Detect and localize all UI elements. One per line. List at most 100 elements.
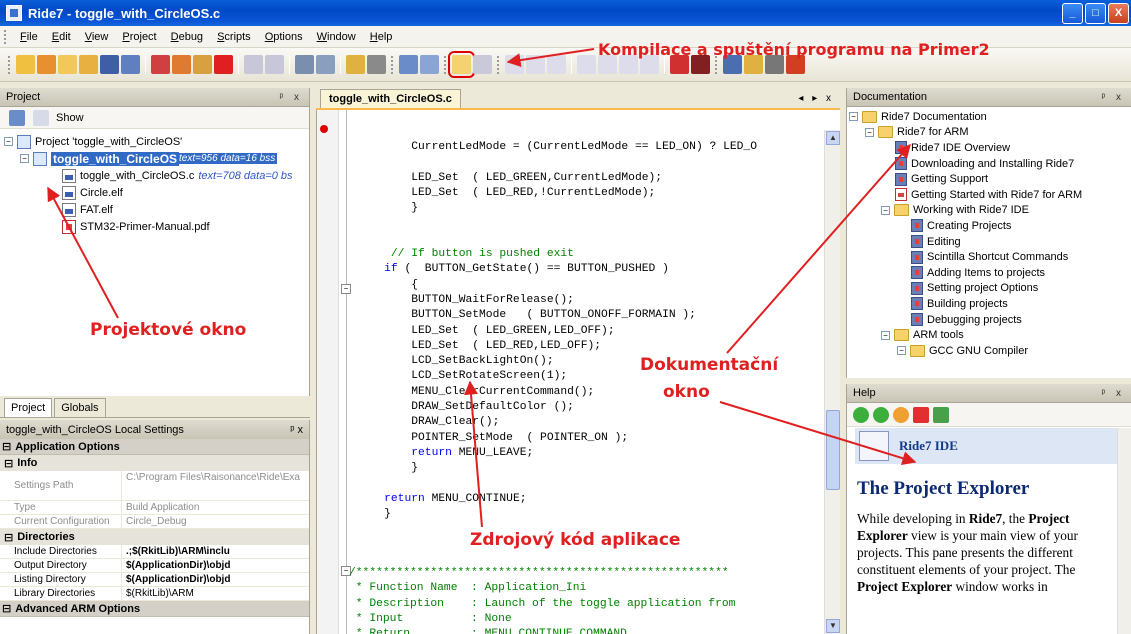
rebuild-icon[interactable]	[420, 55, 439, 74]
scroll-up-icon[interactable]: ▲	[826, 131, 840, 145]
debug-start-icon[interactable]	[448, 51, 475, 78]
stop-icon[interactable]	[913, 406, 929, 423]
doc-item[interactable]: Getting Support	[849, 171, 1131, 187]
cut-icon[interactable]	[151, 55, 170, 74]
tree-row-file[interactable]: Circle.elf	[4, 184, 309, 201]
doc-item[interactable]: − ARM tools	[849, 327, 1131, 343]
build-icon[interactable]	[399, 55, 418, 74]
editor-tab-controls[interactable]: ◂ ▸ x	[792, 93, 840, 108]
toolbar-grip[interactable]	[444, 55, 447, 74]
menu-window[interactable]: Window	[310, 29, 363, 45]
property-row[interactable]: Current Configuration Circle_Debug	[0, 515, 309, 529]
tree-row-file[interactable]: FAT.elf	[4, 201, 309, 218]
menu-debug[interactable]: Debug	[164, 29, 210, 45]
editor-scrollbar[interactable]: ▲ ▼	[824, 130, 840, 634]
menu-file[interactable]: File	[13, 29, 45, 45]
panel-pin-close[interactable]: ᵖ x	[1101, 388, 1125, 399]
editor-gutter[interactable]	[317, 110, 339, 634]
scroll-down-icon[interactable]: ▼	[826, 619, 840, 633]
doc-item[interactable]: − GCC GNU Compiler	[849, 343, 1131, 359]
property-row[interactable]: Type Build Application	[0, 501, 309, 515]
menu-scripts[interactable]: Scripts	[210, 29, 258, 45]
find-icon[interactable]	[346, 55, 365, 74]
menu-view[interactable]: View	[78, 29, 116, 45]
toolbar-grip[interactable]	[391, 55, 394, 74]
new-project-icon[interactable]	[16, 55, 35, 74]
doc-item[interactable]: Ride7 IDE Overview	[849, 140, 1131, 156]
menu-grip[interactable]	[4, 29, 7, 44]
open-file-icon[interactable]	[79, 55, 98, 74]
doc-item[interactable]: Building projects	[849, 296, 1131, 312]
menu-edit[interactable]: Edit	[45, 29, 78, 45]
panel-pin-close[interactable]: ᵖ x	[279, 92, 303, 103]
home-icon[interactable]	[893, 406, 909, 423]
help-icon[interactable]	[33, 109, 49, 126]
run-icon[interactable]	[473, 55, 492, 74]
undo-icon[interactable]	[244, 55, 263, 74]
tab-project[interactable]: Project	[4, 398, 53, 417]
tree-row-file[interactable]: toggle_with_CircleOS.c text=708 data=0 b…	[4, 167, 309, 184]
save-icon[interactable]	[100, 55, 119, 74]
minimize-button[interactable]: _	[1062, 3, 1083, 24]
collapse-icon[interactable]: −	[881, 330, 890, 340]
doc-item[interactable]: Downloading and Installing Ride7	[849, 156, 1131, 172]
collapse-icon[interactable]: −	[849, 112, 858, 122]
group-directories[interactable]: ⊟ Directories	[0, 529, 309, 545]
refresh-icon[interactable]	[933, 406, 949, 423]
menu-options[interactable]: Options	[258, 29, 310, 45]
doc-item[interactable]: − Ride7 for ARM	[849, 125, 1131, 141]
doc-item[interactable]: Adding Items to projects	[849, 265, 1131, 281]
paste-icon[interactable]	[193, 55, 212, 74]
fold-toggle-icon[interactable]: −	[341, 284, 351, 294]
property-row[interactable]: Library Directories $(RkitLib)\ARM	[0, 587, 309, 601]
scroll-thumb[interactable]	[826, 410, 840, 490]
collapse-icon[interactable]: −	[20, 154, 29, 163]
collapse-icon[interactable]: −	[4, 137, 13, 146]
maximize-button[interactable]: □	[1085, 3, 1106, 24]
new-file-icon[interactable]	[37, 55, 56, 74]
doc-item[interactable]: − Ride7 Documentation	[849, 109, 1131, 125]
help-scrollbar[interactable]	[1117, 428, 1131, 634]
doc-item[interactable]: Setting project Options	[849, 281, 1131, 297]
collapse-icon[interactable]: −	[881, 205, 890, 215]
doc-item[interactable]: Creating Projects	[849, 218, 1131, 234]
properties-icon[interactable]	[9, 109, 25, 126]
find-in-files-icon[interactable]	[367, 55, 386, 74]
close-button[interactable]: X	[1108, 3, 1129, 24]
property-row[interactable]: Include Directories .;$(RkitLib)\ARM\inc…	[0, 545, 309, 559]
play-icon[interactable]	[505, 55, 524, 74]
copy-icon[interactable]	[172, 55, 191, 74]
property-row[interactable]: Listing Directory $(ApplicationDir)\objd	[0, 573, 309, 587]
collapse-icon[interactable]: −	[897, 346, 906, 356]
doc-item[interactable]: Getting Started with Ride7 for ARM	[849, 187, 1131, 203]
menu-help[interactable]: Help	[363, 29, 400, 45]
tree-row-app[interactable]: − toggle_with_CircleOS text=956 data=16 …	[4, 150, 309, 167]
print-icon[interactable]	[316, 55, 335, 74]
doc-item[interactable]: Editing	[849, 234, 1131, 250]
back-icon[interactable]	[853, 406, 869, 423]
forward-icon[interactable]	[873, 406, 889, 423]
tree-row-file[interactable]: STM32-Primer-Manual.pdf	[4, 218, 309, 235]
toolbar-grip[interactable]	[497, 55, 500, 74]
save-all-icon[interactable]	[121, 55, 140, 74]
toolbar-grip[interactable]	[8, 55, 11, 74]
doc-item[interactable]: Debugging projects	[849, 312, 1131, 328]
tab-globals[interactable]: Globals	[54, 398, 106, 417]
tree-row-project[interactable]: − Project 'toggle_with_CircleOS'	[4, 133, 309, 150]
breakpoint-marker-icon[interactable]	[320, 125, 328, 133]
open-project-icon[interactable]	[58, 55, 77, 74]
group-advanced-arm-options[interactable]: ⊟ Advanced ARM Options	[0, 601, 309, 617]
show-button[interactable]: Show	[56, 112, 84, 124]
redo-icon[interactable]	[265, 55, 284, 74]
panel-pin-close[interactable]: ᵖ x	[290, 424, 303, 436]
group-info[interactable]: ⊟ Info	[0, 455, 309, 471]
step-into-icon[interactable]	[577, 55, 596, 74]
collapse-icon[interactable]: −	[865, 127, 874, 137]
doc-item[interactable]: Scintilla Shortcut Commands	[849, 249, 1131, 265]
doc-item[interactable]: − Working with Ride7 IDE	[849, 203, 1131, 219]
property-row[interactable]: Settings Path C:\Program Files\Raisonanc…	[0, 471, 309, 501]
menu-project[interactable]: Project	[115, 29, 163, 45]
property-row[interactable]: Output Directory $(ApplicationDir)\objd	[0, 559, 309, 573]
print-preview-icon[interactable]	[295, 55, 314, 74]
group-application-options[interactable]: ⊟ Application Options	[0, 439, 309, 455]
